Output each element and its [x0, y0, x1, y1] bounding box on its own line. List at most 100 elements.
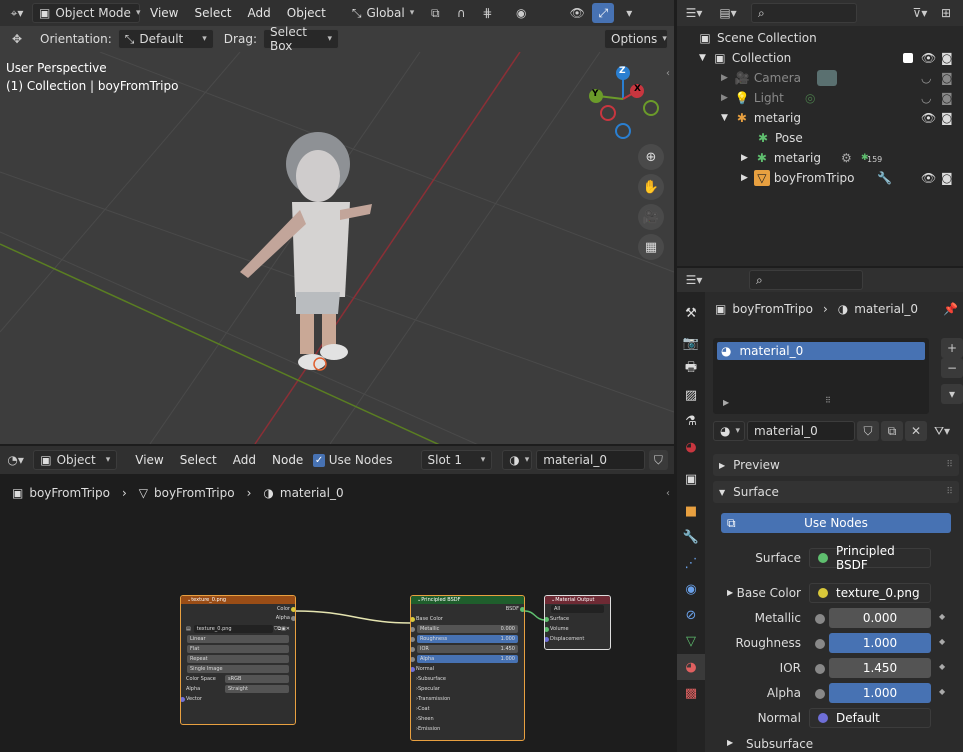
alpha-mode-dropdown[interactable]: Straight	[225, 685, 289, 693]
principled-bsdf-node[interactable]: ⌄ Principled BSDF BSDF Base Color Metall…	[410, 595, 525, 741]
roughness-input-field[interactable]: Roughness 1.000	[417, 635, 518, 643]
snap-target-icon[interactable]: ⋕	[476, 3, 498, 23]
float-socket-icon[interactable]	[411, 627, 415, 632]
eye-icon[interactable]: 👁	[921, 171, 936, 185]
node-editor-canvas[interactable]: ▣ boyFromTripo › ▽ boyFromTripo › ◑ materia…	[0, 474, 674, 752]
outliner-row-metarig[interactable]: ▼ ✱ metarig 👁 ◙	[677, 108, 963, 128]
menu-object[interactable]: Object	[281, 4, 332, 22]
outliner-row-collection[interactable]: ▼ ▣ Collection 👁 ◙	[677, 48, 963, 68]
float-socket-icon[interactable]	[411, 657, 415, 662]
scene-tab-icon[interactable]: ⚗	[677, 408, 705, 434]
interpolation-dropdown[interactable]: Linear	[187, 635, 289, 643]
interpolation-row[interactable]: Linear	[181, 634, 295, 644]
camera-render-icon[interactable]: ◙	[941, 111, 953, 125]
node-menu-select[interactable]: Select	[174, 451, 223, 469]
eye-closed-icon[interactable]: ◡	[921, 71, 931, 85]
duplicate-icon[interactable]: ⧉	[881, 421, 903, 441]
editor-type-icon[interactable]: ☰▾	[683, 270, 705, 290]
chevron-down-icon[interactable]: ▾	[618, 3, 640, 23]
roughness-field[interactable]: 1.000	[829, 633, 931, 653]
image-name-field[interactable]: texture_0.png	[193, 625, 273, 633]
checkbox-icon[interactable]	[903, 53, 913, 63]
visibility-icon[interactable]: 👁	[566, 3, 588, 23]
ortho-grid-icon[interactable]: ▦	[638, 234, 664, 260]
move-tool-icon[interactable]: ✥	[6, 29, 28, 49]
outliner-search-input[interactable]: ⌕	[751, 3, 857, 23]
zoom-icon[interactable]: ⊕	[638, 144, 664, 170]
filter-icon[interactable]: ⊽▾	[909, 3, 931, 23]
subsurface-label[interactable]: Subsurface	[746, 737, 813, 751]
keyframe-dot-icon[interactable]: ◆	[939, 687, 945, 696]
alpha-field[interactable]: 1.000	[829, 683, 931, 703]
ior-input-field[interactable]: IOR 1.450	[417, 645, 518, 653]
outliner-row-light[interactable]: ▶ 💡 Light ◎ ◡ ◙	[677, 88, 963, 108]
fake-user-shield-icon[interactable]: ⛉	[857, 421, 879, 441]
editor-type-icon[interactable]: ⌖▾	[6, 3, 28, 23]
camera-view-icon[interactable]: 🎥	[638, 204, 664, 230]
eye-icon[interactable]: 👁	[921, 51, 936, 65]
source-row[interactable]: Single Image	[181, 664, 295, 674]
sheen-section[interactable]: › Sheen	[411, 714, 524, 724]
float-socket-icon[interactable]	[411, 637, 415, 642]
outliner-row-metarig-data[interactable]: ▶ ✱ metarig ⚙ ✱ 159	[677, 148, 963, 168]
properties-search-input[interactable]: ⌕	[749, 270, 863, 290]
world-tab-icon[interactable]: ◕	[677, 434, 705, 460]
pan-hand-icon[interactable]: ✋	[638, 174, 664, 200]
target-dropdown[interactable]: All	[551, 605, 604, 613]
coat-section[interactable]: › Coat	[411, 704, 524, 714]
display-mode-icon[interactable]: ▤▾	[717, 3, 739, 23]
keyframe-dot-icon[interactable]: ◆	[939, 662, 945, 671]
color-socket-icon[interactable]	[291, 607, 295, 612]
resize-handle-icon[interactable]: ⠿	[825, 396, 831, 405]
outliner-row-scene-collection[interactable]: ▣ Scene Collection	[677, 28, 963, 48]
outliner-row-pose[interactable]: ✱ Pose	[677, 128, 963, 148]
editor-type-icon[interactable]: ☰▾	[683, 3, 705, 23]
mode-dropdown[interactable]: ▣ Object Mode ▾	[32, 3, 140, 23]
shader-type-dropdown[interactable]: ▣ Object ▾	[33, 450, 118, 470]
view-layer-tab-icon[interactable]: ▨	[677, 382, 705, 408]
fake-user-shield-icon[interactable]: ⛉	[648, 450, 669, 470]
extension-dropdown[interactable]: Repeat	[187, 655, 289, 663]
editor-type-icon[interactable]: ◔▾	[6, 450, 25, 470]
eye-closed-icon[interactable]: ◡	[921, 91, 931, 105]
extension-row[interactable]: Repeat	[181, 654, 295, 664]
add-slot-button[interactable]: +	[941, 338, 963, 358]
float-socket-icon[interactable]	[411, 647, 415, 652]
output-tab-icon[interactable]: 🖶	[677, 356, 705, 382]
material-slot-item[interactable]: ◕ material_0	[717, 342, 925, 360]
float-socket-icon[interactable]	[291, 616, 295, 621]
emission-section[interactable]: › Emission	[411, 724, 524, 734]
gizmo-toggle-icon[interactable]: ⤢	[592, 3, 615, 23]
normal-field[interactable]: Default	[809, 708, 931, 728]
collapse-arrow-icon[interactable]: ‹	[666, 68, 670, 79]
menu-select[interactable]: Select	[188, 4, 237, 22]
ior-field[interactable]: 1.450	[829, 658, 931, 678]
slot-menu-chevron-icon[interactable]: ▾	[941, 384, 963, 404]
camera-render-icon[interactable]: ◙	[941, 71, 953, 85]
render-tab-icon[interactable]: 📷	[677, 330, 705, 356]
unlink-x-icon[interactable]: ✕	[905, 421, 927, 441]
expand-arrow-icon[interactable]: ▶	[727, 738, 733, 747]
browse-material-button[interactable]: ◕ ▾	[713, 421, 745, 441]
subsurface-section[interactable]: › Subsurface	[411, 674, 524, 684]
node-menu-view[interactable]: View	[129, 451, 169, 469]
eye-icon[interactable]: 👁	[921, 111, 936, 125]
outliner-row-camera[interactable]: ▶ 🎥 Camera ◡ ◙	[677, 68, 963, 88]
vector-socket-icon[interactable]	[545, 637, 549, 642]
outliner-row-boyfromtripo[interactable]: ▶ ▽ boyFromTripo 🔧 👁 ◙	[677, 168, 963, 188]
proportional-edit-icon[interactable]: ◉	[510, 3, 532, 23]
use-nodes-button[interactable]: ⧉ Use Nodes	[721, 513, 951, 533]
node-material-browse[interactable]: ◑ ▾	[502, 450, 533, 470]
navigation-gizmo[interactable]: Z X Y	[582, 64, 662, 144]
camera-render-icon[interactable]: ◙	[941, 51, 953, 65]
keyframe-dot-icon[interactable]: ◆	[939, 637, 945, 646]
object-tab-icon[interactable]: ■	[677, 498, 705, 524]
keyframe-dot-icon[interactable]: ◆	[939, 612, 945, 621]
base-color-field[interactable]: texture_0.png	[809, 583, 931, 603]
image-buttons-icon[interactable]: ⛉⧉▣✕	[274, 626, 290, 632]
shader-socket-icon[interactable]	[545, 617, 549, 622]
orientation-dropdown[interactable]: ⤡ Default ▾	[117, 29, 214, 49]
projection-dropdown[interactable]: Flat	[187, 645, 289, 653]
node-menu-node[interactable]: Node	[266, 451, 309, 469]
pin-icon[interactable]: 📌	[943, 302, 958, 316]
